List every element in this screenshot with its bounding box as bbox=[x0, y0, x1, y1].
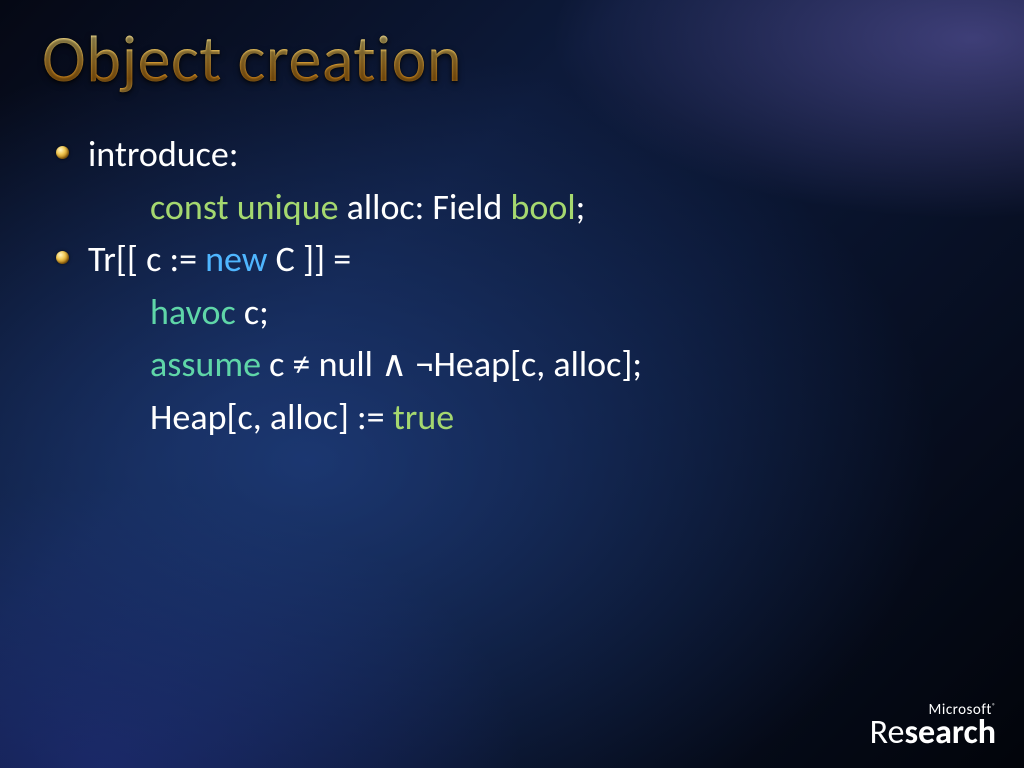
bullet-2-sub-2: assume c ≠ null ∧ ¬Heap[c, alloc]; bbox=[54, 340, 984, 389]
slide-body: introduce: const unique alloc: Field boo… bbox=[54, 130, 984, 446]
text-alloc-field: alloc: Field bbox=[339, 185, 511, 229]
keyword-true: true bbox=[393, 395, 454, 439]
keyword-const-unique: const unique bbox=[150, 185, 339, 229]
slide-title: Object creation bbox=[42, 18, 462, 99]
keyword-havoc: havoc bbox=[150, 290, 236, 334]
tr-prefix: Tr[[ c := bbox=[88, 237, 205, 281]
slide: Object creation introduce: const unique … bbox=[0, 0, 1024, 768]
keyword-bool: bool bbox=[510, 185, 575, 229]
keyword-assume: assume bbox=[150, 342, 261, 386]
keyword-new: new bbox=[205, 237, 267, 281]
logo-research-prefix: Re bbox=[870, 712, 905, 753]
text-semi: ; bbox=[576, 185, 586, 229]
text-assume-expr: c ≠ null ∧ ¬Heap[c, alloc]; bbox=[261, 342, 642, 386]
logo-research-bold: search bbox=[904, 712, 996, 753]
text-heap-assign: Heap[c, alloc] := bbox=[150, 395, 393, 439]
bullet-2-sub-1: havoc c; bbox=[54, 288, 984, 337]
logo-registered: ® bbox=[992, 701, 996, 710]
text-havoc-c: c; bbox=[236, 290, 269, 334]
tr-suffix: C ]] = bbox=[268, 237, 352, 281]
bullet-1: introduce: bbox=[54, 130, 984, 179]
logo-research: Research bbox=[870, 716, 996, 750]
footer-logo: Microsoft® Research bbox=[870, 702, 996, 750]
bullet-2: Tr[[ c := new C ]] = bbox=[54, 235, 984, 284]
bullet-2-sub-3: Heap[c, alloc] := true bbox=[54, 393, 984, 442]
bullet-1-sub: const unique alloc: Field bool; bbox=[54, 183, 984, 232]
bullet-1-text: introduce: bbox=[88, 132, 238, 176]
